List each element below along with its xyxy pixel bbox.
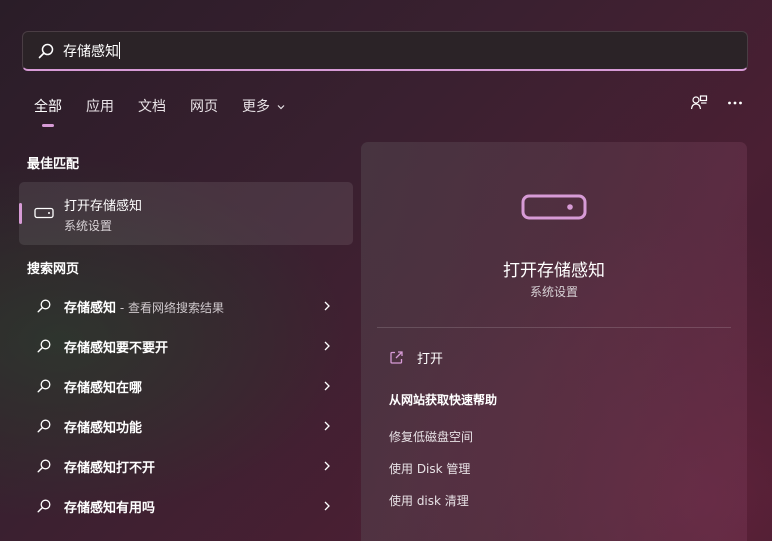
web-result-query: 存储感知: [64, 420, 117, 436]
open-label: 打开: [417, 352, 444, 367]
web-result-bold-suffix: 在哪: [116, 380, 143, 396]
web-result-query: 存储感知: [64, 500, 117, 516]
search-icon: [37, 379, 51, 393]
tab-documents[interactable]: 文档: [126, 92, 178, 122]
web-result-row[interactable]: 存储感知在哪: [19, 366, 353, 406]
share-icon: [690, 95, 708, 110]
chevron-right-icon: [324, 421, 330, 431]
best-match-item[interactable]: 打开存储感知 系统设置: [19, 182, 353, 245]
chevron-right-icon: [324, 501, 330, 511]
web-result-bold-suffix: 功能: [116, 420, 143, 436]
search-icon: [37, 419, 51, 433]
chevron-right-icon: [324, 301, 330, 311]
web-result-bold-suffix: 有用吗: [116, 500, 156, 516]
tab-apps[interactable]: 应用: [74, 92, 126, 122]
web-result-suffix: - 查看网络搜索结果: [116, 300, 224, 315]
filter-tabs: 全部 应用 文档 网页 更多: [22, 92, 298, 127]
selection-indicator: [19, 203, 22, 224]
chevron-down-icon: [278, 105, 285, 110]
more-icon: [728, 101, 742, 105]
search-icon: [37, 299, 51, 313]
chevron-right-icon: [324, 461, 330, 471]
web-result-query: 存储感知: [64, 460, 117, 476]
detail-title: 打开存储感知: [503, 261, 605, 281]
drive-icon: [521, 194, 587, 220]
tab-more-label: 更多: [242, 99, 270, 115]
search-input[interactable]: [63, 42, 703, 59]
search-box[interactable]: [22, 31, 748, 71]
best-match-title: 打开存储感知: [64, 199, 143, 214]
search-icon: [37, 459, 51, 473]
chevron-right-icon: [324, 341, 330, 351]
best-match-subtitle: 系统设置: [64, 219, 113, 233]
share-button[interactable]: [690, 94, 708, 112]
web-result-query: 存储感知: [64, 340, 117, 356]
detail-subtitle: 系统设置: [529, 285, 578, 299]
more-options-button[interactable]: [726, 94, 744, 112]
web-result-text: 存储感知 - 查看网络搜索结果: [64, 297, 224, 316]
help-link-disk-management[interactable]: 使用 Disk 管理: [389, 460, 470, 477]
web-results-list: 存储感知 - 查看网络搜索结果 存储感知要不要开 存储感知在哪 存储感知功能 存…: [19, 286, 353, 526]
web-result-query: 存储感知: [64, 300, 117, 316]
help-link-fix-low-disk[interactable]: 修复低磁盘空间: [389, 428, 473, 445]
web-result-text: 存储感知有用吗: [64, 497, 155, 516]
search-icon: [37, 499, 51, 513]
tab-more[interactable]: 更多: [230, 92, 298, 122]
search-icon: [37, 339, 51, 353]
help-link-disk-cleanup[interactable]: 使用 disk 清理: [389, 492, 469, 509]
help-heading: 从网站获取快速帮助: [389, 393, 498, 407]
tab-web[interactable]: 网页: [178, 92, 230, 122]
web-result-bold-suffix: 打不开: [116, 460, 156, 476]
web-result-text: 存储感知功能: [64, 417, 142, 436]
web-result-row[interactable]: 存储感知 - 查看网络搜索结果: [19, 286, 353, 326]
web-result-row[interactable]: 存储感知有用吗: [19, 486, 353, 526]
web-result-text: 存储感知要不要开: [64, 337, 168, 356]
web-result-query: 存储感知: [64, 380, 117, 396]
open-action[interactable]: 打开: [389, 348, 443, 367]
web-result-bold-suffix: 要不要开: [116, 340, 169, 356]
web-result-row[interactable]: 存储感知功能: [19, 406, 353, 446]
best-match-heading: 最佳匹配: [27, 157, 80, 172]
web-result-row[interactable]: 存储感知要不要开: [19, 326, 353, 366]
top-actions: [690, 94, 744, 112]
chevron-right-icon: [324, 381, 330, 391]
web-result-text: 存储感知在哪: [64, 377, 142, 396]
detail-panel: 打开存储感知 系统设置 打开 从网站获取快速帮助 修复低磁盘空间 使用 Disk…: [361, 142, 747, 541]
search-icon: [38, 43, 54, 58]
text-caret: [119, 42, 120, 59]
web-result-row[interactable]: 存储感知打不开: [19, 446, 353, 486]
open-external-icon: [390, 351, 403, 364]
tab-all[interactable]: 全部: [22, 92, 74, 127]
web-result-text: 存储感知打不开: [64, 457, 155, 476]
web-search-heading: 搜索网页: [27, 262, 80, 277]
divider: [377, 327, 731, 328]
drive-icon: [34, 207, 54, 219]
